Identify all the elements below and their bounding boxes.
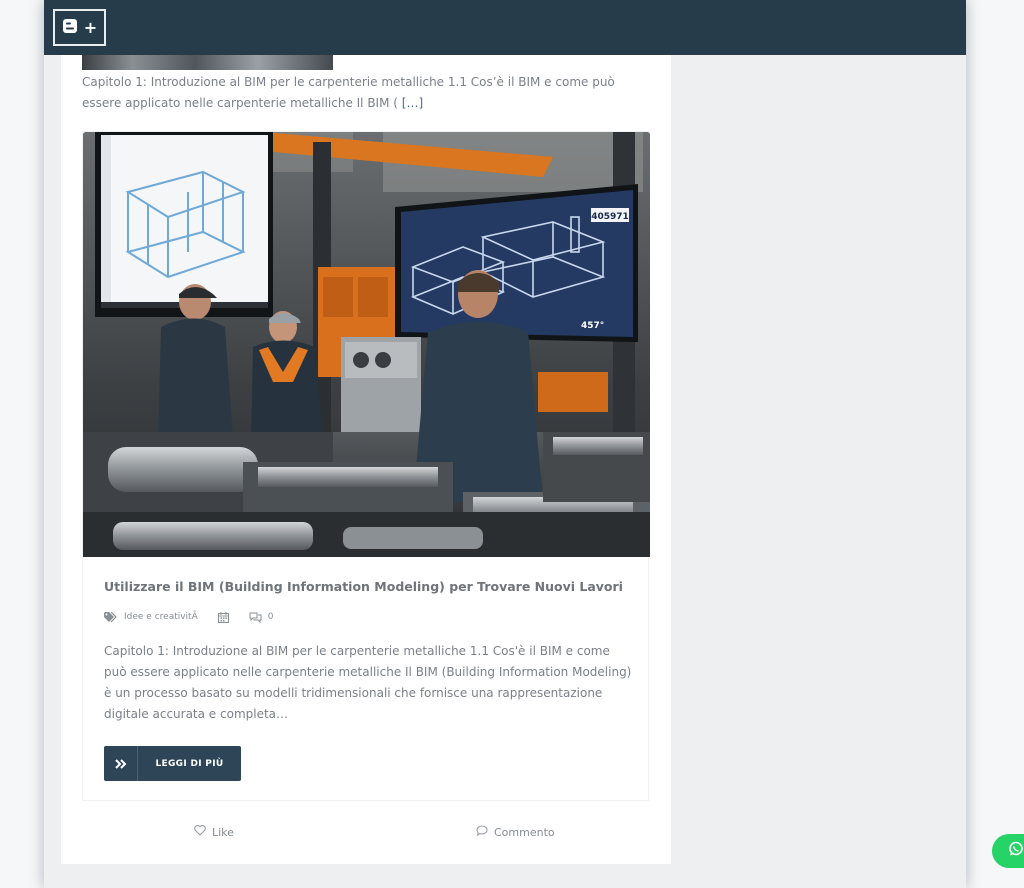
- page-shell: + Capitolo 1: Introduzione al BIM per le…: [44, 0, 966, 888]
- read-more-link[interactable]: […]: [402, 96, 423, 110]
- post-meta: Idee e creativitÃ 0: [104, 609, 273, 625]
- top-bar: +: [44, 0, 966, 55]
- plus-icon: +: [83, 17, 98, 37]
- calendar-icon: [217, 611, 229, 623]
- whatsapp-icon: [1008, 841, 1024, 861]
- previous-excerpt-text: Capitolo 1: Introduzione al BIM per le c…: [82, 75, 615, 110]
- speech-bubble-icon: [476, 825, 488, 839]
- like-label: Like: [212, 825, 234, 839]
- read-more-button[interactable]: LEGGI DI PIÙ: [104, 746, 241, 781]
- post-card: 405971 457° Utilizzare il BIM (Building …: [82, 131, 650, 801]
- post-title[interactable]: Utilizzare il BIM (Building Information …: [104, 579, 624, 594]
- screen-readout: 405971: [591, 212, 629, 222]
- post-actions: Like Commento: [61, 823, 671, 843]
- comments-icon: [249, 612, 262, 623]
- post-excerpt: Capitolo 1: Introduzione al BIM per le c…: [104, 644, 632, 721]
- content-card: Capitolo 1: Introduzione al BIM per le c…: [61, 55, 671, 864]
- previous-post-excerpt: Capitolo 1: Introduzione al BIM per le c…: [82, 72, 622, 114]
- workshop-illustration: 405971 457°: [83, 132, 650, 557]
- comments-count[interactable]: 0: [268, 612, 274, 622]
- previous-post-image[interactable]: [82, 55, 333, 70]
- comment-button[interactable]: Commento: [476, 825, 555, 839]
- comment-label: Commento: [494, 825, 555, 839]
- double-chevron-right-icon: [104, 746, 138, 781]
- like-button[interactable]: Like: [194, 825, 234, 839]
- whatsapp-chat-button[interactable]: [992, 834, 1024, 868]
- screen-angle: 457°: [581, 321, 604, 331]
- post-featured-image[interactable]: 405971 457°: [83, 132, 650, 557]
- tags-icon: [104, 611, 118, 623]
- post-category[interactable]: Idee e creativitÃ: [124, 612, 198, 622]
- heart-icon: [194, 825, 206, 839]
- right-monitor-bim: 405971 457°: [395, 184, 638, 342]
- blogger-icon: [62, 18, 78, 38]
- blogger-follow-button[interactable]: +: [53, 9, 106, 46]
- read-more-label: LEGGI DI PIÙ: [155, 758, 224, 769]
